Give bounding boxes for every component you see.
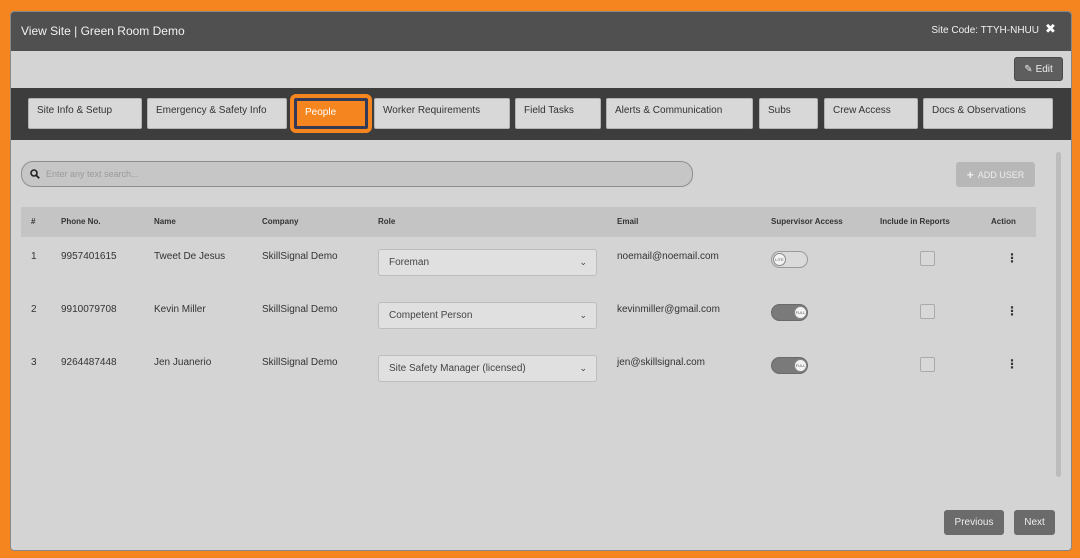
search-icon (30, 169, 40, 179)
tab-people[interactable]: People (290, 94, 372, 133)
chevron-down-icon: ⌄ (579, 310, 587, 320)
toggle-knob: LITE (773, 253, 786, 266)
more-vertical-icon[interactable]: ⋮ (1006, 357, 1018, 371)
tab-bar: Site Info & Setup Emergency & Safety Inf… (11, 88, 1071, 140)
include-in-reports-checkbox[interactable] (920, 251, 935, 266)
site-code: Site Code: TTYH-NHUU (931, 25, 1039, 36)
modal-title: View Site | Green Room Demo (21, 24, 185, 38)
role-value: Competent Person (389, 310, 473, 321)
more-vertical-icon[interactable]: ⋮ (1006, 251, 1018, 265)
chevron-down-icon: ⌄ (579, 363, 587, 373)
edit-icon: ✎ (1024, 63, 1033, 75)
add-user-label: ADD USER (977, 169, 1025, 180)
supervisor-access-toggle[interactable]: FULL (771, 357, 808, 374)
row-number: 3 (31, 357, 37, 368)
email-cell: kevinmiller@gmail.com (617, 304, 720, 315)
edit-label: Edit (1035, 63, 1053, 75)
role-select[interactable]: Competent Person ⌄ (378, 302, 597, 329)
edit-button[interactable]: ✎ Edit (1014, 57, 1063, 81)
col-header-phone: Phone No. (61, 217, 101, 226)
tab-site-info-setup[interactable]: Site Info & Setup (28, 98, 142, 129)
more-vertical-icon[interactable]: ⋮ (1006, 304, 1018, 318)
role-value: Site Safety Manager (licensed) (389, 363, 526, 374)
row-number: 2 (31, 304, 37, 315)
name-cell: Tweet De Jesus (154, 251, 226, 262)
toggle-knob: FULL (794, 306, 807, 319)
phone-cell: 9264487448 (61, 357, 117, 368)
tab-emergency-safety-info[interactable]: Emergency & Safety Info (147, 98, 287, 129)
email-cell: jen@skillsignal.com (617, 357, 705, 368)
plus-icon: + (966, 167, 974, 182)
view-site-modal: View Site | Green Room Demo Site Code: T… (10, 11, 1072, 551)
scrollbar[interactable] (1056, 152, 1061, 477)
role-value: Foreman (389, 257, 430, 268)
close-icon[interactable]: ✖ (1045, 22, 1057, 35)
role-select[interactable]: Site Safety Manager (licensed) ⌄ (378, 355, 597, 382)
col-header-company: Company (262, 217, 299, 226)
tab-field-tasks[interactable]: Field Tasks (515, 98, 601, 129)
company-cell: SkillSignal Demo (262, 357, 338, 368)
col-header-supervisor-access: Supervisor Access (771, 217, 843, 226)
toggle-knob: FULL (794, 359, 807, 372)
phone-cell: 9957401615 (61, 251, 117, 262)
table-row: 3 9264487448 Jen Juanerio SkillSignal De… (21, 343, 1036, 396)
tab-alerts-communication[interactable]: Alerts & Communication (606, 98, 753, 129)
tab-docs-observations[interactable]: Docs & Observations (923, 98, 1053, 129)
chevron-down-icon: ⌄ (579, 257, 587, 267)
tab-subs[interactable]: Subs (759, 98, 818, 129)
role-select[interactable]: Foreman ⌄ (378, 249, 597, 276)
col-header-number: # (31, 217, 36, 226)
col-header-name: Name (154, 217, 176, 226)
supervisor-access-toggle[interactable]: LITE (771, 251, 808, 268)
search-box[interactable] (21, 161, 693, 187)
tab-worker-requirements[interactable]: Worker Requirements (374, 98, 510, 129)
people-table: # Phone No. Name Company Role Email Supe… (21, 207, 1036, 396)
next-button[interactable]: Next (1014, 510, 1055, 535)
previous-button[interactable]: Previous (944, 510, 1004, 535)
row-number: 1 (31, 251, 37, 262)
include-in-reports-checkbox[interactable] (920, 304, 935, 319)
scrollbar-thumb[interactable] (1056, 152, 1061, 477)
table-header: # Phone No. Name Company Role Email Supe… (21, 207, 1036, 237)
table-row: 1 9957401615 Tweet De Jesus SkillSignal … (21, 237, 1036, 290)
table-row: 2 9910079708 Kevin Miller SkillSignal De… (21, 290, 1036, 343)
modal-header: View Site | Green Room Demo Site Code: T… (11, 12, 1071, 51)
col-header-include-in-reports: Include in Reports (880, 217, 950, 226)
include-in-reports-checkbox[interactable] (920, 357, 935, 372)
supervisor-access-toggle[interactable]: FULL (771, 304, 808, 321)
company-cell: SkillSignal Demo (262, 251, 338, 262)
tab-crew-access[interactable]: Crew Access (824, 98, 918, 129)
email-cell: noemail@noemail.com (617, 251, 719, 262)
col-header-email: Email (617, 217, 639, 226)
name-cell: Kevin Miller (154, 304, 206, 315)
phone-cell: 9910079708 (61, 304, 117, 315)
name-cell: Jen Juanerio (154, 357, 212, 368)
search-input[interactable] (46, 169, 666, 179)
col-header-role: Role (378, 217, 396, 226)
add-user-button[interactable]: + ADD USER (956, 162, 1035, 187)
company-cell: SkillSignal Demo (262, 304, 338, 315)
col-header-action: Action (991, 217, 1016, 226)
